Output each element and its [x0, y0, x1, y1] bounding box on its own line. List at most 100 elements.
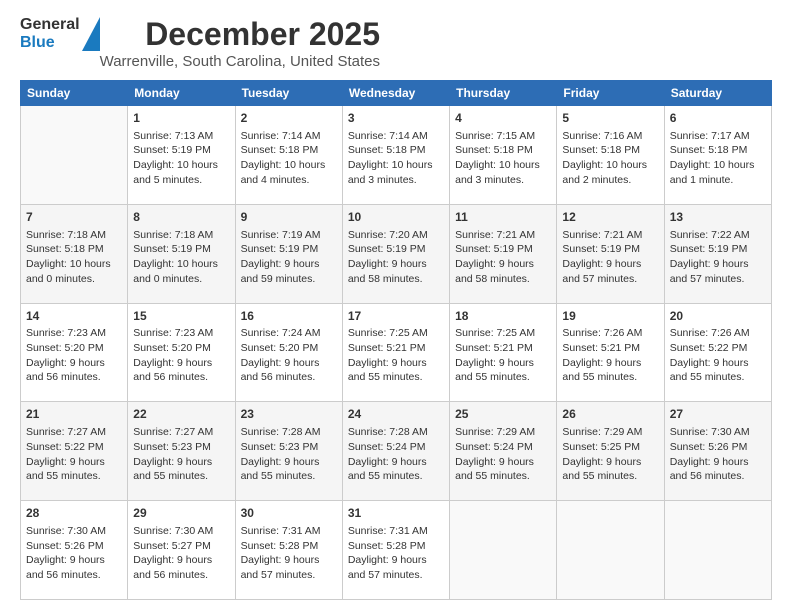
day-info-text: and 56 minutes. — [26, 568, 122, 583]
day-info-text: Sunrise: 7:26 AM — [562, 326, 658, 341]
calendar-table: SundayMondayTuesdayWednesdayThursdayFrid… — [20, 80, 772, 600]
day-info-text: and 55 minutes. — [241, 469, 337, 484]
day-cell: 22Sunrise: 7:27 AMSunset: 5:23 PMDayligh… — [128, 402, 235, 501]
day-info-text: Daylight: 10 hours — [26, 257, 122, 272]
day-info-text: Sunset: 5:26 PM — [670, 440, 766, 455]
day-number: 9 — [241, 209, 337, 226]
day-number: 17 — [348, 308, 444, 325]
day-number: 23 — [241, 406, 337, 423]
day-info-text: Daylight: 9 hours — [241, 455, 337, 470]
day-info-text: Sunset: 5:27 PM — [133, 539, 229, 554]
day-cell: 13Sunrise: 7:22 AMSunset: 5:19 PMDayligh… — [664, 204, 771, 303]
day-info-text: Sunrise: 7:18 AM — [133, 228, 229, 243]
day-cell: 12Sunrise: 7:21 AMSunset: 5:19 PMDayligh… — [557, 204, 664, 303]
day-info-text: Sunset: 5:18 PM — [241, 143, 337, 158]
day-info-text: Daylight: 9 hours — [455, 257, 551, 272]
day-info-text: Daylight: 9 hours — [133, 356, 229, 371]
day-info-text: and 55 minutes. — [455, 469, 551, 484]
day-number: 15 — [133, 308, 229, 325]
day-info-text: and 55 minutes. — [348, 370, 444, 385]
day-info-text: Daylight: 9 hours — [670, 356, 766, 371]
day-cell: 28Sunrise: 7:30 AMSunset: 5:26 PMDayligh… — [21, 501, 128, 600]
day-info-text: and 56 minutes. — [241, 370, 337, 385]
day-info-text: Daylight: 9 hours — [455, 455, 551, 470]
day-info-text: Sunrise: 7:29 AM — [562, 425, 658, 440]
day-number: 22 — [133, 406, 229, 423]
day-info-text: Sunrise: 7:16 AM — [562, 129, 658, 144]
day-number: 5 — [562, 110, 658, 127]
day-info-text: Sunset: 5:18 PM — [562, 143, 658, 158]
day-info-text: Daylight: 10 hours — [562, 158, 658, 173]
day-info-text: Daylight: 9 hours — [348, 356, 444, 371]
day-info-text: Daylight: 9 hours — [26, 356, 122, 371]
day-cell: 10Sunrise: 7:20 AMSunset: 5:19 PMDayligh… — [342, 204, 449, 303]
day-number: 14 — [26, 308, 122, 325]
day-info-text: Sunset: 5:20 PM — [133, 341, 229, 356]
column-header-thursday: Thursday — [450, 81, 557, 106]
day-info-text: Daylight: 10 hours — [348, 158, 444, 173]
logo: General Blue — [20, 16, 100, 51]
day-info-text: Daylight: 9 hours — [241, 553, 337, 568]
day-info-text: Daylight: 10 hours — [241, 158, 337, 173]
day-info-text: Sunset: 5:20 PM — [241, 341, 337, 356]
column-header-wednesday: Wednesday — [342, 81, 449, 106]
page: General Blue December 2025 Warrenville, … — [0, 0, 792, 612]
day-number: 26 — [562, 406, 658, 423]
location-title: Warrenville, South Carolina, United Stat… — [100, 53, 380, 70]
day-info-text: Sunset: 5:23 PM — [133, 440, 229, 455]
day-info-text: Sunrise: 7:29 AM — [455, 425, 551, 440]
day-info-text: Daylight: 9 hours — [562, 455, 658, 470]
day-cell: 20Sunrise: 7:26 AMSunset: 5:22 PMDayligh… — [664, 303, 771, 402]
day-cell: 26Sunrise: 7:29 AMSunset: 5:25 PMDayligh… — [557, 402, 664, 501]
day-number: 12 — [562, 209, 658, 226]
day-cell: 4Sunrise: 7:15 AMSunset: 5:18 PMDaylight… — [450, 106, 557, 205]
day-info-text: Sunset: 5:19 PM — [348, 242, 444, 257]
day-info-text: and 55 minutes. — [348, 469, 444, 484]
day-cell: 3Sunrise: 7:14 AMSunset: 5:18 PMDaylight… — [342, 106, 449, 205]
day-info-text: Sunset: 5:24 PM — [348, 440, 444, 455]
day-info-text: Sunrise: 7:30 AM — [670, 425, 766, 440]
day-info-text: Sunset: 5:19 PM — [133, 242, 229, 257]
day-number: 6 — [670, 110, 766, 127]
day-cell — [21, 106, 128, 205]
day-info-text: Sunrise: 7:21 AM — [455, 228, 551, 243]
day-info-text: Daylight: 10 hours — [133, 158, 229, 173]
day-info-text: Sunset: 5:18 PM — [26, 242, 122, 257]
day-info-text: Sunrise: 7:25 AM — [455, 326, 551, 341]
day-info-text: Sunrise: 7:26 AM — [670, 326, 766, 341]
day-info-text: Daylight: 10 hours — [670, 158, 766, 173]
day-cell: 19Sunrise: 7:26 AMSunset: 5:21 PMDayligh… — [557, 303, 664, 402]
day-info-text: and 57 minutes. — [562, 272, 658, 287]
day-info-text: Daylight: 9 hours — [348, 553, 444, 568]
day-info-text: Daylight: 10 hours — [455, 158, 551, 173]
day-cell: 23Sunrise: 7:28 AMSunset: 5:23 PMDayligh… — [235, 402, 342, 501]
day-cell: 21Sunrise: 7:27 AMSunset: 5:22 PMDayligh… — [21, 402, 128, 501]
day-info-text: Sunrise: 7:14 AM — [348, 129, 444, 144]
day-info-text: Sunset: 5:18 PM — [670, 143, 766, 158]
day-info-text: Daylight: 9 hours — [670, 455, 766, 470]
day-info-text: Daylight: 9 hours — [562, 257, 658, 272]
day-cell: 9Sunrise: 7:19 AMSunset: 5:19 PMDaylight… — [235, 204, 342, 303]
day-cell: 15Sunrise: 7:23 AMSunset: 5:20 PMDayligh… — [128, 303, 235, 402]
day-info-text: Sunset: 5:22 PM — [670, 341, 766, 356]
day-info-text: and 56 minutes. — [670, 469, 766, 484]
column-header-monday: Monday — [128, 81, 235, 106]
day-info-text: Sunset: 5:28 PM — [241, 539, 337, 554]
day-info-text: Sunset: 5:23 PM — [241, 440, 337, 455]
day-info-text: Sunrise: 7:15 AM — [455, 129, 551, 144]
day-info-text: Sunrise: 7:23 AM — [133, 326, 229, 341]
day-number: 29 — [133, 505, 229, 522]
day-info-text: Sunrise: 7:25 AM — [348, 326, 444, 341]
day-info-text: Sunrise: 7:30 AM — [26, 524, 122, 539]
day-number: 28 — [26, 505, 122, 522]
day-info-text: Sunrise: 7:21 AM — [562, 228, 658, 243]
day-cell: 16Sunrise: 7:24 AMSunset: 5:20 PMDayligh… — [235, 303, 342, 402]
day-info-text: Sunset: 5:18 PM — [455, 143, 551, 158]
day-info-text: Sunset: 5:18 PM — [348, 143, 444, 158]
day-cell: 6Sunrise: 7:17 AMSunset: 5:18 PMDaylight… — [664, 106, 771, 205]
month-title: December 2025 — [100, 16, 380, 53]
day-info-text: Sunrise: 7:27 AM — [133, 425, 229, 440]
day-info-text: Daylight: 10 hours — [133, 257, 229, 272]
day-info-text: and 1 minute. — [670, 173, 766, 188]
day-info-text: and 3 minutes. — [455, 173, 551, 188]
